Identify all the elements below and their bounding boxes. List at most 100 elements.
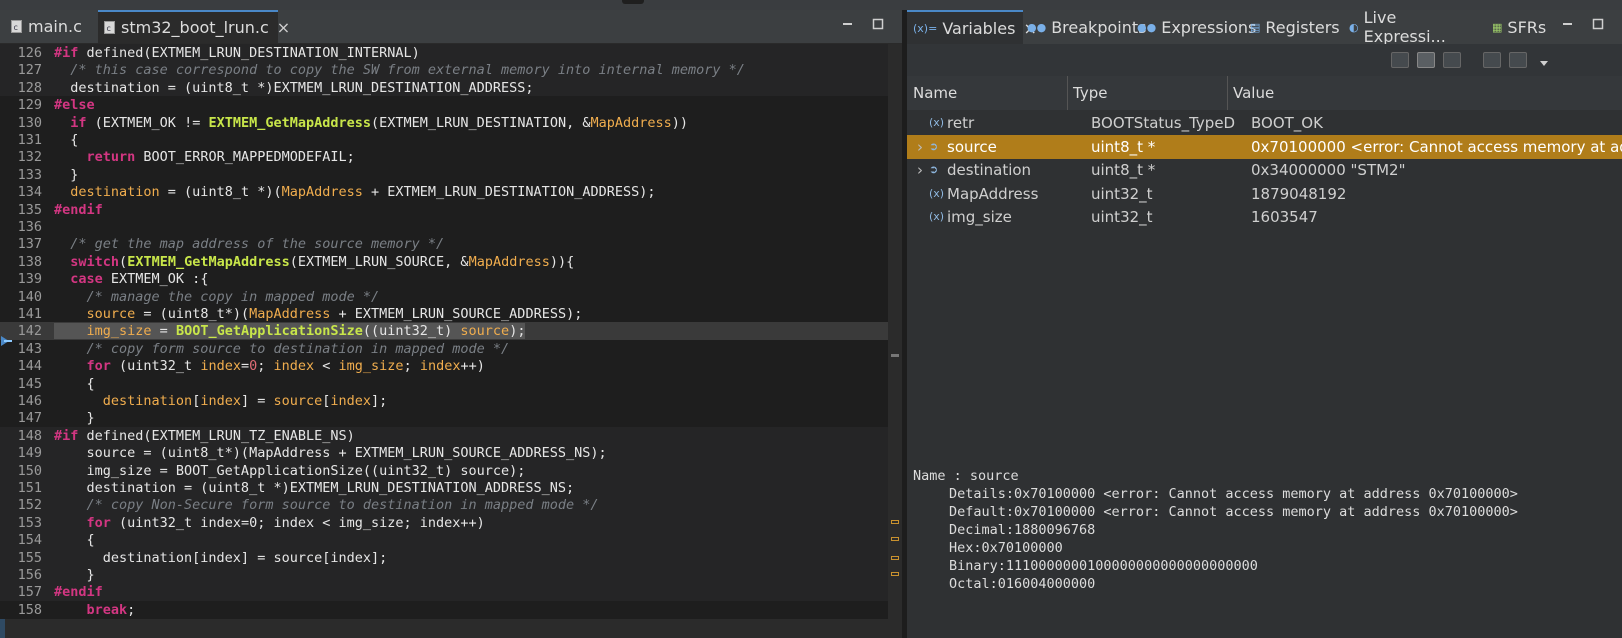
line-number[interactable]: 137 (12, 235, 42, 253)
minimize-icon[interactable] (1562, 18, 1574, 30)
tab-breakpoints[interactable]: ●● Breakpoints (1027, 10, 1146, 44)
code-line[interactable]: 145 { (0, 374, 890, 393)
line-number[interactable]: 136 (12, 218, 42, 236)
code-line[interactable]: 139 case EXTMEM_OK :{ (0, 270, 890, 289)
code-line[interactable]: 140 /* manage the copy in mapped mode */ (0, 287, 890, 306)
code-line[interactable]: 154 { (0, 531, 890, 550)
line-number[interactable]: 155 (12, 549, 42, 567)
code-line[interactable]: 149 source = (uint8_t*)(MapAddress + EXT… (0, 444, 890, 463)
line-number[interactable]: 157 (12, 583, 42, 601)
line-number[interactable]: 127 (12, 61, 42, 79)
column-separator[interactable] (1067, 76, 1068, 110)
code-line[interactable]: 138 switch(EXTMEM_GetMapAddress(EXTMEM_L… (0, 252, 890, 271)
code-line[interactable]: 143 /* copy form source to destination i… (0, 339, 890, 358)
show-type-names-icon[interactable] (1417, 52, 1435, 68)
line-number[interactable]: 149 (12, 444, 42, 462)
view-menu-icon[interactable] (1538, 54, 1550, 66)
line-number[interactable]: 144 (12, 357, 42, 375)
code-line[interactable]: 156 } (0, 566, 890, 584)
line-number[interactable]: 133 (12, 166, 42, 184)
line-number[interactable]: 140 (12, 288, 42, 306)
code-line[interactable]: 133 } (0, 165, 890, 184)
line-number[interactable]: 132 (12, 148, 42, 166)
code-line[interactable]: 141 source = (uint8_t*)(MapAddress + EXT… (0, 305, 890, 323)
tab-expressions[interactable]: ●● Expressions (1137, 10, 1256, 44)
code-line[interactable]: 131 { (0, 131, 890, 149)
tab-sfrs[interactable]: ▦ SFRs (1492, 10, 1552, 44)
maximize-icon[interactable] (872, 18, 884, 30)
column-type[interactable]: Type (1073, 76, 1107, 110)
code-line[interactable]: 148 #if defined(EXTMEM_LRUN_TZ_ENABLE_NS) (0, 426, 890, 445)
column-value[interactable]: Value (1233, 76, 1274, 110)
select-columns-icon[interactable] (1443, 52, 1461, 68)
occurrence-marker[interactable] (891, 520, 899, 524)
code-line[interactable]: 151 destination = (uint8_t *)EXTMEM_LRUN… (0, 479, 890, 497)
code-line[interactable]: 135 #endif (0, 200, 890, 219)
code-line[interactable]: 137 /* get the map address of the source… (0, 235, 890, 254)
code-line[interactable]: 136 (0, 218, 890, 236)
minimize-icon[interactable] (842, 18, 854, 30)
tab-stm32-boot-lrun-c[interactable]: c stm32_boot_lrun.c × (98, 10, 290, 43)
variable-row-source[interactable]: › ➲ source uint8_t * 0x70100000 <error: Cann… (907, 134, 1622, 159)
tab-live-expressions[interactable]: ◐ Live Expressi... (1349, 8, 1474, 46)
variable-value[interactable]: BOOT_OK (1251, 111, 1622, 135)
variable-row-destination[interactable]: › ➲ destination uint8_t * 0x34000000 "STM2" (907, 158, 1622, 182)
line-number[interactable]: 145 (12, 375, 42, 393)
column-name[interactable]: Name (913, 76, 957, 110)
line-number[interactable]: 129 (12, 96, 42, 114)
line-number[interactable]: 128 (12, 79, 42, 97)
code-line[interactable]: 153 for (uint32_t index=0; index < img_s… (0, 513, 890, 532)
line-number[interactable]: 147 (12, 409, 42, 427)
code-line[interactable]: 157 #endif (0, 583, 890, 602)
code-line[interactable]: 130 if (EXTMEM_OK != EXTMEM_GetMapAddres… (0, 113, 890, 132)
line-number[interactable]: 130 (12, 114, 42, 132)
code-line[interactable]: 144 for (uint32_t index=0; index < img_s… (0, 357, 890, 376)
line-number[interactable]: 148 (12, 427, 42, 445)
line-number[interactable]: 138 (12, 253, 42, 271)
code-line[interactable]: 158 break; (0, 600, 890, 619)
remove-global-variables-icon[interactable] (1509, 52, 1527, 68)
variable-row-retr[interactable]: (x) retr BOOTStatus_TypeD BOOT_OK (907, 111, 1622, 135)
current-line-marker[interactable] (891, 354, 899, 357)
line-number[interactable]: 126 (12, 44, 42, 62)
code-line[interactable]: 155 destination[index] = source[index]; (0, 548, 890, 567)
occurrence-marker[interactable] (891, 556, 899, 560)
code-line[interactable]: 146 destination[index] = source[index]; (0, 392, 890, 410)
column-separator[interactable] (1227, 76, 1228, 110)
line-number[interactable]: 152 (12, 496, 42, 514)
line-number[interactable]: 151 (12, 479, 42, 497)
line-number[interactable]: 143 (12, 340, 42, 358)
variable-row-img_size[interactable]: (x) img_size uint32_t 1603547 (907, 205, 1622, 229)
line-number[interactable]: 158 (12, 601, 42, 619)
line-number[interactable]: 150 (12, 462, 42, 480)
occurrence-marker[interactable] (891, 572, 899, 576)
code-line[interactable]: 128 destination = (uint8_t *)EXTMEM_LRUN… (0, 78, 890, 97)
maximize-icon[interactable] (1592, 18, 1604, 30)
line-number[interactable]: 135 (12, 201, 42, 219)
code-line[interactable]: 147 } (0, 409, 890, 428)
line-number[interactable]: 141 (12, 305, 42, 323)
code-line[interactable]: 142 img_size = BOOT_GetApplicationSize((… (0, 322, 890, 341)
code-line[interactable]: 134 destination = (uint8_t *)(MapAddress… (0, 183, 890, 202)
line-number[interactable]: 134 (12, 183, 42, 201)
code-line[interactable]: 132 return BOOT_ERROR_MAPPEDMODEFAIL; (0, 148, 890, 167)
line-number[interactable]: 142 (12, 322, 42, 340)
line-number[interactable]: 154 (12, 531, 42, 549)
code-line[interactable]: 129 #else (0, 96, 890, 115)
line-number[interactable]: 146 (12, 392, 42, 410)
code-line[interactable]: 152 /* copy Non-Secure form source to de… (0, 496, 890, 515)
expand-chevron-icon[interactable]: › (917, 135, 927, 159)
line-number[interactable]: 131 (12, 131, 42, 149)
collapse-all-icon[interactable] (1391, 52, 1409, 68)
editor-overview-ruler[interactable] (888, 44, 902, 638)
close-icon[interactable]: × (277, 18, 290, 37)
line-number[interactable]: 156 (12, 566, 42, 584)
drag-handle[interactable] (622, 0, 644, 4)
variable-row-MapAddress[interactable]: (x) MapAddress uint32_t 1879048192 (907, 182, 1622, 206)
variable-value[interactable]: 1879048192 (1251, 182, 1622, 206)
tab-variables[interactable]: (x)= Variables × (907, 10, 1037, 44)
line-number[interactable]: 139 (12, 270, 42, 288)
variable-value[interactable]: 0x70100000 <error: Cannot access memory … (1251, 135, 1622, 159)
details-pane[interactable]: Name : source Details:0x70100000 <error:… (907, 465, 1622, 638)
code-line[interactable]: 126 #if defined(EXTMEM_LRUN_DESTINATION_I… (0, 44, 890, 62)
